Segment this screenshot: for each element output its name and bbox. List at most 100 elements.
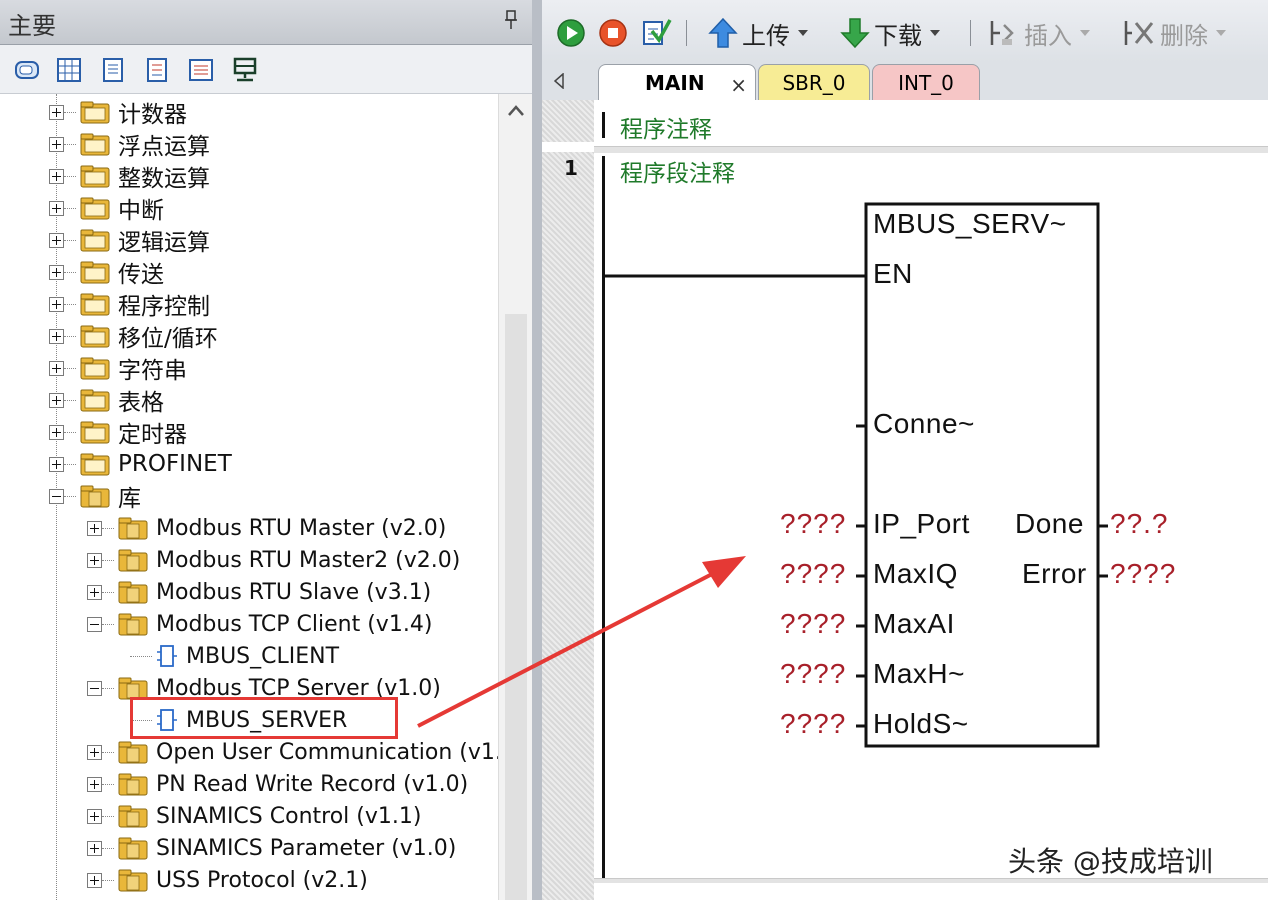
expand-icon[interactable]: [87, 744, 102, 760]
tree-scrollbar[interactable]: [498, 94, 533, 900]
collapse-icon[interactable]: [49, 488, 64, 504]
tree-connector: [64, 239, 76, 241]
library-item[interactable]: Open User Communication (v1.0): [87, 736, 498, 768]
tree-item-label: 程序控制: [118, 294, 210, 320]
tree-item[interactable]: 定时器: [49, 416, 187, 448]
tree-connector: [64, 463, 76, 465]
tree-item[interactable]: 中断: [49, 192, 164, 224]
library-item[interactable]: Modbus RTU Slave (v3.1): [87, 576, 431, 608]
output-pin-name: Done: [1015, 508, 1084, 539]
output-pin-value[interactable]: ??.?: [1110, 508, 1169, 540]
panel-splitter[interactable]: [532, 0, 542, 900]
collapse-icon[interactable]: [87, 680, 102, 696]
library-item[interactable]: PN Read Write Record (v1.0): [87, 768, 468, 800]
download-button[interactable]: 下载: [840, 16, 940, 50]
expand-icon[interactable]: [49, 296, 64, 312]
tree-item[interactable]: 整数运算: [49, 160, 210, 192]
expand-icon[interactable]: [49, 360, 64, 376]
expand-icon[interactable]: [87, 808, 102, 824]
expand-icon[interactable]: [87, 840, 102, 856]
library-item[interactable]: Modbus RTU Master (v2.0): [87, 512, 446, 544]
expand-icon[interactable]: [49, 168, 64, 184]
scroll-up-icon[interactable]: [507, 104, 525, 118]
view-icon[interactable]: [14, 57, 40, 83]
download-dropdown-icon[interactable]: [930, 30, 940, 36]
expand-icon[interactable]: [49, 424, 64, 440]
highlight-annotation: [130, 697, 398, 739]
tab-int-0[interactable]: INT_0: [872, 64, 980, 100]
tree-item[interactable]: PROFINET: [49, 448, 232, 480]
delete-dropdown-icon[interactable]: [1216, 30, 1226, 36]
expand-icon[interactable]: [49, 328, 64, 344]
tab-main[interactable]: MAIN ×: [598, 64, 756, 100]
expand-icon[interactable]: [49, 264, 64, 280]
tree-item[interactable]: 浮点运算: [49, 128, 210, 160]
expand-icon[interactable]: [49, 104, 64, 120]
run-icon[interactable]: [556, 18, 586, 48]
segment-comment[interactable]: 程序段注释: [620, 154, 735, 188]
tree-item[interactable]: 程序控制: [49, 288, 210, 320]
tree-connector: [64, 207, 76, 209]
delete-button[interactable]: 删除: [1122, 16, 1226, 50]
expand-icon[interactable]: [87, 776, 102, 792]
expand-icon[interactable]: [87, 584, 102, 600]
stop-icon[interactable]: [598, 18, 628, 48]
tree-item-library[interactable]: 库: [49, 480, 141, 512]
compile-icon[interactable]: [640, 16, 672, 48]
expand-icon[interactable]: [49, 200, 64, 216]
library-item[interactable]: USS Protocol (v2.1): [87, 864, 368, 896]
output-pin-value[interactable]: ????: [1110, 558, 1176, 590]
library-item[interactable]: Modbus RTU Master2 (v2.0): [87, 544, 460, 576]
grid-icon[interactable]: [56, 57, 82, 83]
insert-dropdown-icon[interactable]: [1080, 30, 1090, 36]
tree-item[interactable]: 传送: [49, 256, 164, 288]
library-item[interactable]: SINAMICS Control (v1.1): [87, 800, 421, 832]
table-icon: [80, 389, 110, 412]
list-icon[interactable]: [144, 57, 170, 83]
program-comment[interactable]: 程序注释: [620, 110, 712, 144]
input-pin-name: MaxH~: [873, 658, 965, 689]
input-pin-value[interactable]: ????: [780, 658, 846, 690]
interrupt-icon: [80, 197, 110, 220]
expand-icon[interactable]: [49, 232, 64, 248]
pin-icon[interactable]: [504, 10, 518, 30]
upload-button[interactable]: 上传: [708, 16, 808, 50]
close-icon[interactable]: ×: [730, 73, 747, 97]
collapse-icon[interactable]: [87, 616, 102, 632]
tree-item[interactable]: 表格: [49, 384, 164, 416]
monitor-icon[interactable]: [232, 57, 258, 83]
instruction-tree: 计数器 浮点运算 整数运算 中断 逻辑运算 传送 程序控制 移位/循环 字符串 …: [0, 94, 498, 900]
upload-dropdown-icon[interactable]: [798, 30, 808, 36]
scroll-thumb[interactable]: [505, 314, 527, 900]
expand-icon[interactable]: [49, 456, 64, 472]
tree-item-label: 浮点运算: [118, 134, 210, 160]
document-icon[interactable]: [100, 57, 126, 83]
tab-sbr-0[interactable]: SBR_0: [758, 64, 870, 100]
tree-item-label: 中断: [118, 198, 164, 224]
input-pin-value[interactable]: ????: [780, 608, 846, 640]
library-item[interactable]: Modbus TCP Client (v1.4): [87, 608, 432, 640]
expand-icon[interactable]: [49, 136, 64, 152]
expand-icon[interactable]: [87, 520, 102, 536]
tree-guide-line: [56, 496, 57, 900]
properties-icon[interactable]: [188, 57, 214, 83]
tab-scroll-left-icon[interactable]: [554, 73, 564, 89]
input-pin-value[interactable]: ????: [780, 708, 846, 740]
block-title: MBUS_SERV~: [873, 208, 1067, 239]
tree-item[interactable]: 移位/循环: [49, 320, 218, 352]
tree-connector: [102, 879, 114, 881]
tree-item[interactable]: 计数器: [49, 96, 187, 128]
input-pin-value[interactable]: ????: [780, 508, 846, 540]
library-block-item[interactable]: MBUS_CLIENT: [130, 640, 339, 672]
expand-icon[interactable]: [87, 552, 102, 568]
input-pin-value[interactable]: ????: [780, 558, 846, 590]
tree-item[interactable]: 字符串: [49, 352, 187, 384]
library-item[interactable]: SINAMICS Parameter (v1.0): [87, 832, 456, 864]
tree-item-label: PROFINET: [118, 451, 232, 477]
tree-item[interactable]: 逻辑运算: [49, 224, 210, 256]
tree-connector: [102, 591, 114, 593]
insert-button[interactable]: 插入: [988, 16, 1090, 50]
expand-icon[interactable]: [87, 872, 102, 888]
tree-item-label: 移位/循环: [118, 326, 218, 352]
expand-icon[interactable]: [49, 392, 64, 408]
